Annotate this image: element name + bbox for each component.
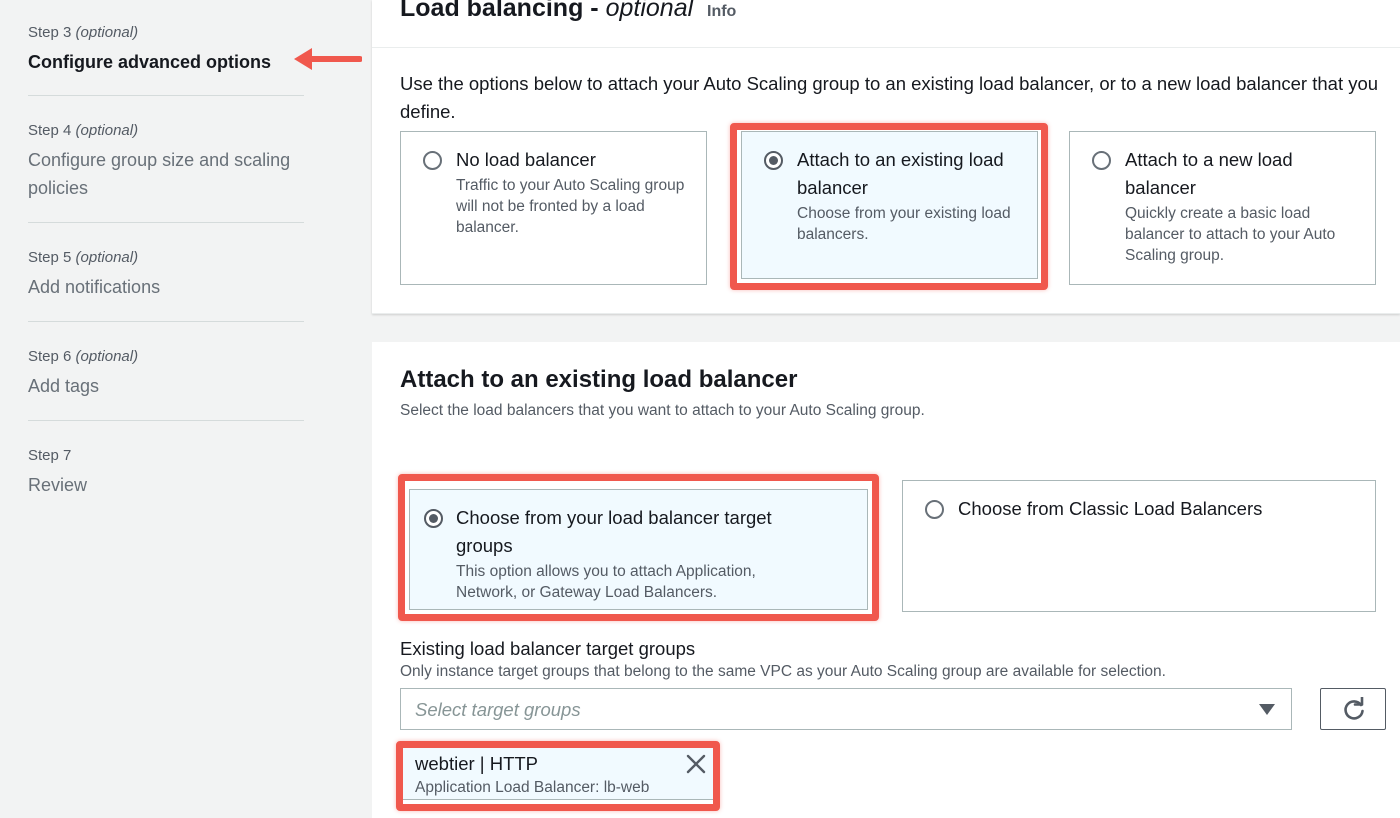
target-groups-tile[interactable]: Choose from your load balancer target gr… xyxy=(409,489,868,610)
existing-lb-title: Attach to an existing load balancer xyxy=(400,366,798,393)
existing-lb-panel: Attach to an existing load balancer Sele… xyxy=(372,342,1400,818)
step-divider xyxy=(28,95,304,96)
radio-icon[interactable] xyxy=(423,151,442,170)
step-6-title: Add tags xyxy=(28,376,100,396)
step-divider xyxy=(28,321,304,322)
step-7-title: Review xyxy=(28,475,88,495)
step-6-optional: (optional) xyxy=(75,348,139,365)
existing-lb-description: Select the load balancers that you want … xyxy=(400,402,925,419)
step-5[interactable]: Step 5 (optional) Add notifications xyxy=(28,249,304,301)
radio-icon[interactable] xyxy=(764,151,783,170)
step-7[interactable]: Step 7 Review xyxy=(28,447,304,499)
refresh-button[interactable] xyxy=(1320,688,1386,730)
target-groups-field-desc: Only instance target groups that belong … xyxy=(400,663,1166,680)
arrow-left-icon xyxy=(294,48,362,70)
step-6-label: Step 6 xyxy=(28,348,72,365)
step-4-number: Step 4 (optional) xyxy=(28,122,304,140)
attach-existing-lb-tile[interactable]: Attach to an existing load balancer Choo… xyxy=(741,131,1038,279)
load-balancing-title: Load balancing - optional xyxy=(400,0,693,23)
step-4-label: Step 4 xyxy=(28,122,72,139)
wizard-sidebar: Step 3 (optional) Configure advanced opt… xyxy=(0,0,372,818)
load-balancing-title-optional: optional xyxy=(605,0,694,22)
classic-lb-title: Choose from Classic Load Balancers xyxy=(958,498,1263,519)
no-load-balancer-tile[interactable]: No load balancer Traffic to your Auto Sc… xyxy=(400,131,707,285)
refresh-icon xyxy=(1344,697,1364,720)
load-balancing-title-text: Load balancing - xyxy=(400,0,606,22)
step-4[interactable]: Step 4 (optional) Configure group size a… xyxy=(28,122,304,202)
close-icon[interactable] xyxy=(685,753,707,775)
attach-new-lb-tile[interactable]: Attach to a new load balancer Quickly cr… xyxy=(1069,131,1376,285)
target-groups-label: Existing load balancer target groups xyxy=(400,638,696,659)
load-balancing-header: Load balancing - optional Info xyxy=(372,0,1400,48)
classic-lb-tile[interactable]: Choose from Classic Load Balancers xyxy=(902,480,1376,612)
step-3-label: Step 3 xyxy=(28,24,72,41)
step-divider xyxy=(28,420,304,421)
select-placeholder: Select target groups xyxy=(415,699,581,720)
step-5-optional: (optional) xyxy=(75,249,139,266)
step-3-number: Step 3 (optional) xyxy=(28,24,304,42)
caret-down-icon xyxy=(1259,704,1275,715)
target-groups-select[interactable]: Select target groups xyxy=(400,688,1292,730)
target-groups-title: Choose from your load balancer target gr… xyxy=(456,507,772,556)
attach-new-lb-desc: Quickly create a basic load balancer to … xyxy=(1125,205,1336,264)
no-load-balancer-desc: Traffic to your Auto Scaling group will … xyxy=(456,177,685,236)
attach-existing-lb-title: Attach to an existing load balancer xyxy=(797,149,1004,198)
step-6-number: Step 6 (optional) xyxy=(28,348,304,366)
step-6[interactable]: Step 6 (optional) Add tags xyxy=(28,348,304,400)
step-5-title: Add notifications xyxy=(28,277,161,297)
selected-target-group-token: webtier | HTTP Application Load Balancer… xyxy=(400,744,716,800)
step-3-title: Configure advanced options xyxy=(28,52,272,72)
step-5-number: Step 5 (optional) xyxy=(28,249,304,267)
step-7-label: Step 7 xyxy=(28,447,72,464)
step-divider xyxy=(28,222,304,223)
target-groups-desc: This option allows you to attach Applica… xyxy=(456,563,756,601)
load-balancing-panel: Load balancing - optional Info Use the o… xyxy=(372,0,1400,314)
step-7-number: Step 7 xyxy=(28,447,304,465)
token-subtitle: Application Load Balancer: lb-web xyxy=(415,779,650,796)
attach-existing-lb-desc: Choose from your existing load balancers… xyxy=(797,205,1011,243)
step-4-title: Configure group size and scaling policie… xyxy=(28,150,291,198)
step-3-optional: (optional) xyxy=(75,24,139,41)
step-3[interactable]: Step 3 (optional) Configure advanced opt… xyxy=(28,24,304,76)
radio-icon[interactable] xyxy=(1092,151,1111,170)
radio-icon[interactable] xyxy=(424,509,443,528)
no-load-balancer-title: No load balancer xyxy=(456,149,596,170)
step-4-optional: (optional) xyxy=(75,122,139,139)
token-title: webtier | HTTP xyxy=(415,753,539,774)
step-5-label: Step 5 xyxy=(28,249,72,266)
radio-icon[interactable] xyxy=(925,500,944,519)
load-balancing-description: Use the options below to attach your Aut… xyxy=(400,73,1379,122)
info-link[interactable]: Info xyxy=(707,3,736,21)
attach-new-lb-title: Attach to a new load balancer xyxy=(1125,149,1293,198)
